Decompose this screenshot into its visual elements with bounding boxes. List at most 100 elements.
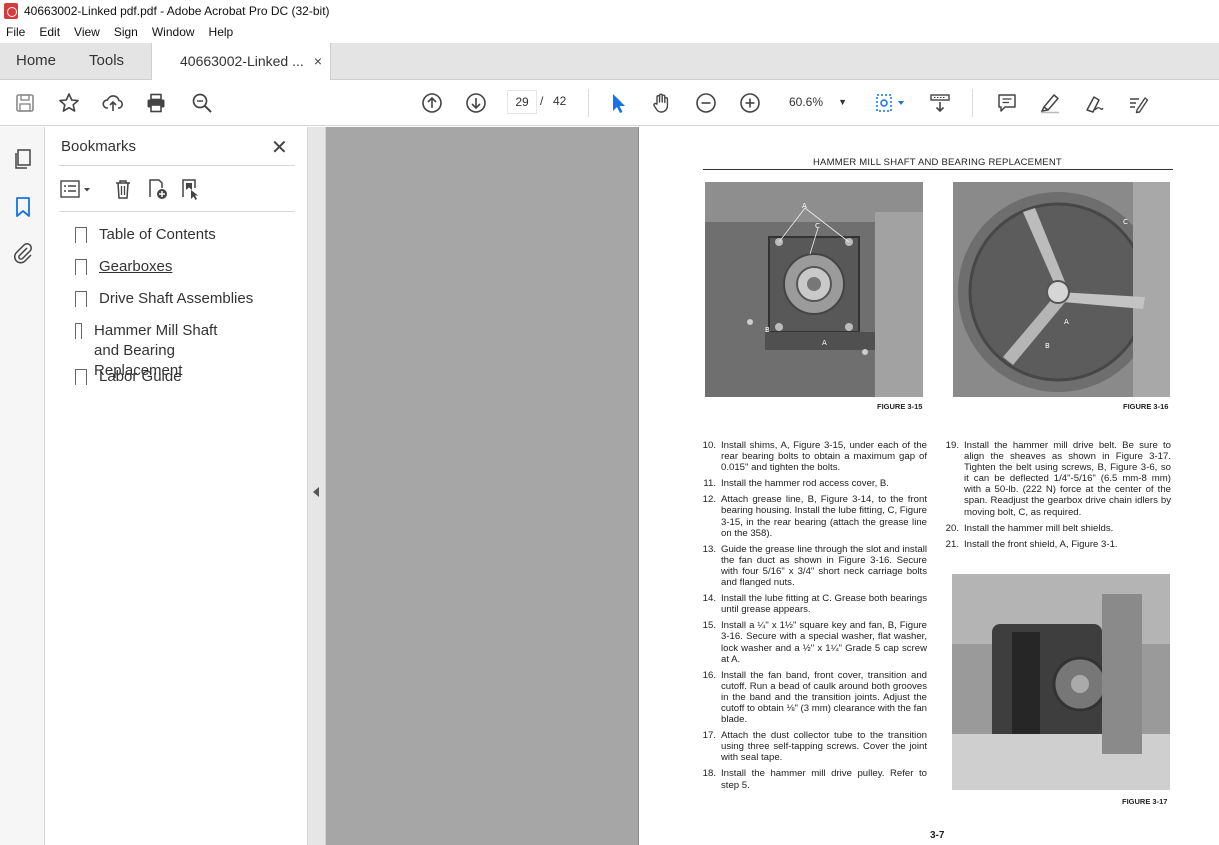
menu-edit[interactable]: Edit: [39, 25, 60, 39]
instruction-step: 19. Install the hammer mill drive belt. B…: [944, 440, 1171, 518]
hand-icon[interactable]: [650, 91, 674, 115]
step-number: 15.: [702, 620, 716, 632]
photo-label: C: [815, 222, 820, 230]
zoom-value: 60.6%: [789, 95, 824, 109]
new-bookmark-icon[interactable]: [145, 177, 169, 201]
bookmarks-panel-title: Bookmarks: [61, 138, 137, 155]
star-icon[interactable]: [57, 91, 81, 115]
step-text: Attach grease line, B, Figure 3-14, to t…: [721, 494, 927, 539]
bookmark-label: Labor Guide: [99, 368, 182, 385]
photo-label: B: [765, 326, 770, 334]
collapse-panel-arrow-icon[interactable]: [313, 487, 319, 497]
photo-label: A: [1064, 318, 1069, 326]
toolbar-divider: [588, 89, 589, 117]
bookmark-icon: [73, 323, 87, 344]
tab-document-label: 40663002-Linked ...: [180, 53, 304, 69]
marquee-zoom-icon[interactable]: [874, 91, 908, 115]
save-icon[interactable]: [13, 91, 37, 115]
instructions-right-column: 19. Install the hammer mill drive belt. B…: [944, 440, 1171, 555]
tab-document[interactable]: 40663002-Linked ... ×: [151, 43, 331, 80]
upload-icon[interactable]: [101, 91, 125, 115]
page-number: 3-7: [930, 830, 945, 841]
instruction-step: 18. Install the hammer mill drive pulley.…: [701, 768, 927, 790]
photo-label: B: [1045, 342, 1050, 350]
toolbar: [0, 81, 1219, 126]
bookmark-icon: [74, 369, 87, 390]
photo-label: A: [822, 339, 827, 347]
bookmarks-icon[interactable]: [11, 195, 35, 219]
instruction-step: 10. Install shims, A, Figure 3-15, under …: [701, 440, 927, 473]
navigation-rail: [0, 127, 45, 845]
highlight-pen-icon[interactable]: [1038, 91, 1062, 115]
print-icon[interactable]: [144, 91, 168, 115]
toolbar-divider: [972, 89, 973, 117]
tab-tools[interactable]: Tools: [73, 43, 141, 79]
page-thumbnails-icon[interactable]: [11, 147, 35, 171]
bookmark-drive-shaft-assemblies[interactable]: Drive Shaft Assemblies: [74, 289, 253, 312]
bookmark-table-of-contents[interactable]: Table of Contents: [74, 225, 216, 248]
menu-help[interactable]: Help: [209, 25, 234, 39]
panel-splitter[interactable]: [308, 127, 326, 845]
tab-bar: Home Tools 40663002-Linked ... ×: [0, 43, 1219, 80]
menu-view[interactable]: View: [74, 25, 100, 39]
menu-sign[interactable]: Sign: [114, 25, 138, 39]
menu-window[interactable]: Window: [152, 25, 195, 39]
bookmark-icon: [74, 227, 87, 248]
instruction-step: 20. Install the hammer mill belt shields.: [944, 523, 1171, 534]
chevron-down-icon: ▼: [838, 97, 847, 107]
page-header: HAMMER MILL SHAFT AND BEARING REPLACEMEN…: [813, 157, 1062, 168]
figure-3-17-photo: [952, 574, 1170, 790]
page-total: 42: [553, 94, 567, 108]
fill-sign-icon[interactable]: [1126, 91, 1150, 115]
step-text: Install a ¼" x 1½" square key and fan, B…: [721, 620, 927, 665]
bookmark-search-icon[interactable]: [179, 177, 203, 201]
page-down-icon[interactable]: [464, 91, 488, 115]
step-number: 12.: [702, 494, 716, 506]
figure-3-16-caption: FIGURE 3-16: [1123, 402, 1169, 411]
page-up-icon[interactable]: [420, 91, 444, 115]
title-bar: 40663002-Linked pdf.pdf - Adobe Acrobat …: [0, 0, 1219, 22]
select-cursor-icon[interactable]: [606, 91, 630, 115]
bookmark-label: Gearboxes: [99, 258, 173, 275]
bookmark-labor-guide[interactable]: Labor Guide: [74, 367, 182, 390]
step-text: Install the hammer mill drive belt. Be s…: [964, 440, 1171, 518]
step-number: 10.: [702, 440, 716, 451]
bookmarks-toolbar: [59, 175, 295, 205]
delete-bookmark-icon[interactable]: [111, 177, 135, 201]
close-panel-button[interactable]: ✕: [271, 135, 288, 160]
instructions-left-column: 10. Install shims, A, Figure 3-15, under …: [701, 440, 927, 796]
comment-icon[interactable]: [995, 91, 1019, 115]
photo-label: C: [1123, 218, 1128, 226]
bookmark-icon: [74, 291, 87, 312]
panel-divider: [59, 211, 295, 212]
zoom-search-icon[interactable]: [190, 91, 214, 115]
options-menu-icon[interactable]: [59, 177, 95, 201]
window-title: 40663002-Linked pdf.pdf - Adobe Acrobat …: [24, 4, 330, 18]
scroll-mode-icon[interactable]: [928, 91, 952, 115]
bookmark-gearboxes[interactable]: Gearboxes: [74, 257, 173, 280]
page-number-input[interactable]: 29: [507, 90, 537, 114]
tab-close-button[interactable]: ×: [314, 43, 322, 79]
sign-icon[interactable]: [1082, 91, 1106, 115]
instruction-step: 13. Guide the grease line through the slo…: [701, 544, 927, 588]
bookmark-icon: [74, 259, 87, 280]
instruction-step: 17. Attach the dust collector tube to the…: [701, 730, 927, 763]
figure-3-15-photo: A C B A: [705, 182, 923, 397]
document-viewport[interactable]: HAMMER MILL SHAFT AND BEARING REPLACEMEN…: [326, 127, 1219, 845]
step-number: 11.: [703, 478, 716, 490]
menu-file[interactable]: File: [6, 25, 25, 39]
zoom-dropdown[interactable]: 60.6% ▼: [781, 90, 853, 114]
step-text: Install the fan band, front cover, trans…: [721, 669, 927, 726]
step-text: Install the hammer mill drive pulley. Re…: [721, 768, 927, 791]
instruction-step: 12. Attach grease line, B, Figure 3-14, t…: [701, 494, 927, 538]
step-number: 19.: [945, 440, 959, 451]
zoom-out-icon[interactable]: [694, 91, 718, 115]
tab-home[interactable]: Home: [0, 43, 73, 79]
instruction-step: 16. Install the fan band, front cover, tr…: [701, 670, 927, 725]
menu-bar: File Edit View Sign Window Help: [0, 22, 1219, 42]
bookmark-label: Table of Contents: [99, 226, 216, 243]
zoom-in-icon[interactable]: [738, 91, 762, 115]
instruction-step: 15. Install a ¼" x 1½" square key and fan…: [701, 620, 927, 664]
step-number: 18.: [702, 768, 716, 780]
attachments-icon[interactable]: [11, 241, 35, 265]
